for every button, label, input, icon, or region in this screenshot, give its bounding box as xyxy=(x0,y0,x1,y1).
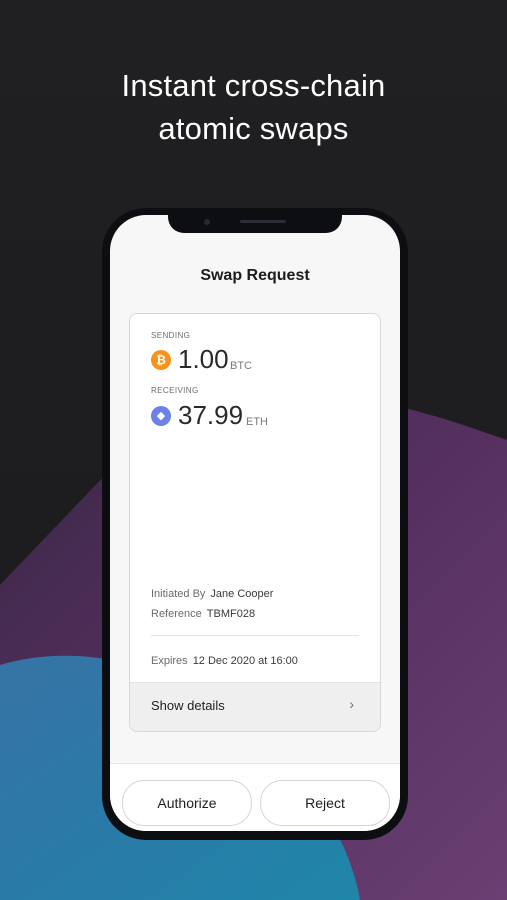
receiving-amount: 37.99 xyxy=(178,400,244,430)
headline-line-2: atomic swaps xyxy=(158,111,349,146)
ethereum-icon: ◆ xyxy=(151,406,171,426)
phone-notch xyxy=(168,215,342,233)
camera-icon xyxy=(204,219,210,225)
sending-label: SENDING xyxy=(151,331,191,340)
show-details-label: Show details xyxy=(151,698,225,713)
chevron-right-icon: › xyxy=(349,696,354,712)
headline-line-1: Instant cross-chain xyxy=(121,68,386,103)
sending-amount: 1.00 xyxy=(178,344,229,374)
authorize-button[interactable]: Authorize xyxy=(122,780,252,826)
sending-unit: BTC xyxy=(230,360,252,372)
show-details-button[interactable]: Show details › xyxy=(130,682,380,731)
receiving-label: RECEIVING xyxy=(151,386,199,395)
page-title: Swap Request xyxy=(200,267,310,284)
expires: Expires 12 Dec 2020 at 16:00 xyxy=(151,655,298,667)
headline: Instant cross-chain atomic swaps xyxy=(0,64,507,150)
speaker-icon xyxy=(240,220,286,223)
swap-request-card: SENDING ₿ 1.00 BTC RECEIVING ◆ 37.99 ETH… xyxy=(129,313,381,732)
expires-label: Expires xyxy=(151,655,188,667)
divider xyxy=(151,635,359,636)
reference-label: Reference xyxy=(151,608,202,620)
action-bar: Authorize Reject xyxy=(110,763,400,831)
reference: Reference TBMF028 xyxy=(151,608,255,620)
receiving-unit: ETH xyxy=(246,416,268,428)
bitcoin-icon: ₿ xyxy=(151,350,171,370)
initiated-by: Initiated By Jane Cooper xyxy=(151,588,273,600)
expires-value: 12 Dec 2020 at 16:00 xyxy=(192,655,298,667)
reference-value: TBMF028 xyxy=(206,608,256,620)
phone-frame: Swap Request SENDING ₿ 1.00 BTC RECEIVIN… xyxy=(102,208,408,840)
initiated-by-label: Initiated By xyxy=(151,588,206,600)
initiated-by-value: Jane Cooper xyxy=(210,588,274,600)
reject-button[interactable]: Reject xyxy=(260,780,390,826)
phone-screen: Swap Request SENDING ₿ 1.00 BTC RECEIVIN… xyxy=(110,215,400,831)
